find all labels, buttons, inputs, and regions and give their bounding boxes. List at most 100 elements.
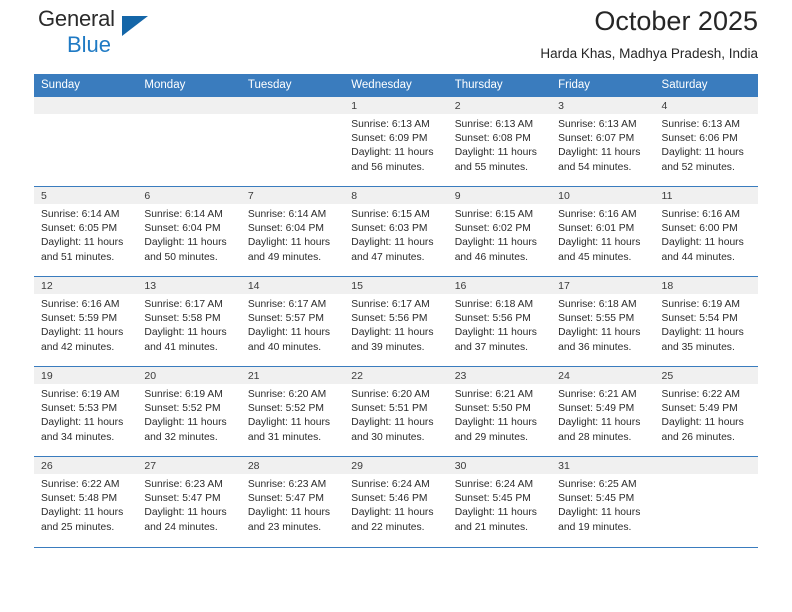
day-details: Sunrise: 6:17 AM Sunset: 5:58 PM Daylight:… xyxy=(137,294,240,355)
sunrise-time: Sunrise: 6:14 AM xyxy=(144,209,223,220)
day-cell-inner: 29 Sunrise: 6:24 AM Sunset: 5:46 PM Dayligh… xyxy=(344,457,448,547)
calendar-day-cell[interactable]: 7 Sunrise: 6:14 AM Sunset: 6:04 PM Daylight… xyxy=(240,186,345,277)
day-details: Sunrise: 6:13 AM Sunset: 6:06 PM Daylight:… xyxy=(655,114,758,175)
daylight-duration-line1: Daylight: 11 hours xyxy=(351,507,434,519)
calendar-day-cell[interactable]: 5 Sunrise: 6:14 AM Sunset: 6:05 PM Daylight… xyxy=(34,186,138,277)
daylight-duration-line2: and 46 minutes. xyxy=(454,251,528,263)
calendar-day-cell[interactable]: 16 Sunrise: 6:18 AM Sunset: 5:56 PM Dayligh… xyxy=(447,276,552,367)
sunrise-time: Sunrise: 6:20 AM xyxy=(247,389,327,400)
day-number: 11 xyxy=(654,187,758,204)
sunset-time: Sunset: 5:52 PM xyxy=(144,403,221,415)
day-number: 5 xyxy=(34,187,138,204)
day-number: 28 xyxy=(240,457,345,474)
day-number: 13 xyxy=(137,277,241,294)
day-number: 14 xyxy=(240,277,345,294)
sunrise-time: Sunrise: 6:24 AM xyxy=(351,479,430,490)
calendar-day-cell[interactable]: 17 Sunrise: 6:18 AM Sunset: 5:55 PM Dayligh… xyxy=(551,276,655,367)
calendar-day-cell[interactable]: 13 Sunrise: 6:17 AM Sunset: 5:58 PM Dayligh… xyxy=(137,276,241,367)
day-number: 2 xyxy=(447,97,552,114)
sunrise-time: Sunrise: 6:14 AM xyxy=(41,209,120,220)
calendar-cell-empty xyxy=(34,96,138,187)
daylight-duration-line1: Daylight: 11 hours xyxy=(247,417,331,429)
sunset-time: Sunset: 5:47 PM xyxy=(247,493,324,505)
calendar-week-row: 12 Sunrise: 6:16 AM Sunset: 5:59 PM Dayligh… xyxy=(34,276,758,367)
calendar-day-cell[interactable]: 18 Sunrise: 6:19 AM Sunset: 5:54 PM Dayligh… xyxy=(654,276,758,367)
day-cell-inner: 31 Sunrise: 6:25 AM Sunset: 5:45 PM Dayligh… xyxy=(551,457,655,547)
calendar-day-cell[interactable]: 19 Sunrise: 6:19 AM Sunset: 5:53 PM Dayligh… xyxy=(34,366,138,457)
day-cell-inner: 25 Sunrise: 6:22 AM Sunset: 5:49 PM Dayligh… xyxy=(654,367,758,456)
calendar-body: 1 Sunrise: 6:13 AM Sunset: 6:09 PM Daylight… xyxy=(34,96,758,547)
daylight-duration-line1: Daylight: 11 hours xyxy=(454,507,537,519)
day-number: 9 xyxy=(447,187,552,204)
sunset-time: Sunset: 6:01 PM xyxy=(558,223,635,235)
day-number: 3 xyxy=(551,97,655,114)
calendar-day-cell[interactable]: 2 Sunrise: 6:13 AM Sunset: 6:08 PM Daylight… xyxy=(447,96,552,187)
calendar-day-cell[interactable]: 15 Sunrise: 6:17 AM Sunset: 5:56 PM Dayligh… xyxy=(344,276,448,367)
sunset-time: Sunset: 6:02 PM xyxy=(454,223,531,235)
daylight-duration-line2: and 31 minutes. xyxy=(247,431,322,443)
day-cell-inner: 11 Sunrise: 6:16 AM Sunset: 6:00 PM Dayligh… xyxy=(654,187,758,276)
calendar-day-cell[interactable]: 12 Sunrise: 6:16 AM Sunset: 5:59 PM Dayligh… xyxy=(34,276,138,367)
daylight-duration-line2: and 23 minutes. xyxy=(247,521,322,533)
weekday-header-friday: Friday xyxy=(551,74,655,97)
sunrise-time: Sunrise: 6:19 AM xyxy=(661,299,740,310)
daylight-duration-line1: Daylight: 11 hours xyxy=(558,327,641,339)
day-cell-inner: 2 Sunrise: 6:13 AM Sunset: 6:08 PM Daylight… xyxy=(447,97,552,186)
day-number: 26 xyxy=(34,457,138,474)
sunset-time: Sunset: 6:06 PM xyxy=(661,133,738,145)
calendar-day-cell[interactable]: 25 Sunrise: 6:22 AM Sunset: 5:49 PM Dayligh… xyxy=(654,366,758,457)
day-cell-inner: 16 Sunrise: 6:18 AM Sunset: 5:56 PM Dayligh… xyxy=(447,277,552,366)
daylight-duration-line1: Daylight: 11 hours xyxy=(351,417,434,429)
calendar-day-cell[interactable]: 11 Sunrise: 6:16 AM Sunset: 6:00 PM Dayligh… xyxy=(654,186,758,277)
weekday-header-tuesday: Tuesday xyxy=(240,74,345,97)
calendar-day-cell[interactable]: 14 Sunrise: 6:17 AM Sunset: 5:57 PM Dayligh… xyxy=(240,276,345,367)
daylight-duration-line1: Daylight: 11 hours xyxy=(558,147,641,159)
daylight-duration-line1: Daylight: 11 hours xyxy=(351,237,434,249)
day-number: 15 xyxy=(344,277,448,294)
calendar-day-cell[interactable]: 3 Sunrise: 6:13 AM Sunset: 6:07 PM Daylight… xyxy=(551,96,655,187)
daylight-duration-line1: Daylight: 11 hours xyxy=(454,327,537,339)
daylight-duration-line2: and 28 minutes. xyxy=(558,431,632,443)
calendar-day-cell[interactable]: 30 Sunrise: 6:24 AM Sunset: 5:45 PM Dayligh… xyxy=(447,456,552,547)
sunrise-time: Sunrise: 6:18 AM xyxy=(454,299,534,310)
daylight-duration-line1: Daylight: 11 hours xyxy=(41,417,124,429)
calendar-day-cell[interactable]: 21 Sunrise: 6:20 AM Sunset: 5:52 PM Dayligh… xyxy=(240,366,345,457)
sunset-time: Sunset: 5:45 PM xyxy=(454,493,531,505)
page-header: General Blue October 2025 Harda Khas, Ma… xyxy=(34,0,758,74)
page-title: October 2025 xyxy=(594,6,758,36)
calendar-day-cell[interactable]: 9 Sunrise: 6:15 AM Sunset: 6:02 PM Daylight… xyxy=(447,186,552,277)
day-details: Sunrise: 6:16 AM Sunset: 6:00 PM Daylight:… xyxy=(655,204,758,265)
calendar-day-cell[interactable]: 4 Sunrise: 6:13 AM Sunset: 6:06 PM Daylight… xyxy=(654,96,758,187)
day-number: 23 xyxy=(447,367,552,384)
sunrise-time: Sunrise: 6:21 AM xyxy=(558,389,637,400)
logo-triangle-icon xyxy=(122,16,148,36)
calendar-day-cell[interactable]: 23 Sunrise: 6:21 AM Sunset: 5:50 PM Dayligh… xyxy=(447,366,552,457)
calendar-day-cell[interactable]: 29 Sunrise: 6:24 AM Sunset: 5:46 PM Dayligh… xyxy=(344,456,448,547)
day-cell-inner: 17 Sunrise: 6:18 AM Sunset: 5:55 PM Dayligh… xyxy=(551,277,655,366)
calendar-day-cell[interactable]: 10 Sunrise: 6:16 AM Sunset: 6:01 PM Dayligh… xyxy=(551,186,655,277)
sunset-time: Sunset: 6:07 PM xyxy=(558,133,635,145)
calendar-day-cell[interactable]: 31 Sunrise: 6:25 AM Sunset: 5:45 PM Dayligh… xyxy=(551,456,655,547)
day-number: 8 xyxy=(344,187,448,204)
sunrise-time: Sunrise: 6:22 AM xyxy=(661,389,740,400)
day-details: Sunrise: 6:21 AM Sunset: 5:50 PM Daylight:… xyxy=(448,384,551,445)
calendar-day-cell[interactable]: 24 Sunrise: 6:21 AM Sunset: 5:49 PM Dayligh… xyxy=(551,366,655,457)
calendar-day-cell[interactable]: 27 Sunrise: 6:23 AM Sunset: 5:47 PM Dayligh… xyxy=(137,456,241,547)
day-cell-inner: 3 Sunrise: 6:13 AM Sunset: 6:07 PM Daylight… xyxy=(551,97,655,186)
sunset-time: Sunset: 5:47 PM xyxy=(144,493,221,505)
sunrise-time: Sunrise: 6:25 AM xyxy=(558,479,637,490)
generalblue-logo[interactable]: General Blue xyxy=(38,8,218,64)
calendar-day-cell[interactable]: 6 Sunrise: 6:14 AM Sunset: 6:04 PM Daylight… xyxy=(137,186,241,277)
calendar-day-cell[interactable]: 22 Sunrise: 6:20 AM Sunset: 5:51 PM Dayligh… xyxy=(344,366,448,457)
weekday-header-sunday: Sunday xyxy=(34,74,138,97)
calendar-day-cell[interactable]: 1 Sunrise: 6:13 AM Sunset: 6:09 PM Daylight… xyxy=(344,96,448,187)
daylight-duration-line2: and 51 minutes. xyxy=(41,251,115,263)
calendar-day-cell[interactable]: 8 Sunrise: 6:15 AM Sunset: 6:03 PM Daylight… xyxy=(344,186,448,277)
calendar-day-cell[interactable]: 20 Sunrise: 6:19 AM Sunset: 5:52 PM Dayligh… xyxy=(137,366,241,457)
day-details: Sunrise: 6:19 AM Sunset: 5:54 PM Daylight:… xyxy=(655,294,758,355)
day-number: 6 xyxy=(137,187,241,204)
day-cell-inner xyxy=(654,457,758,547)
calendar-day-cell[interactable]: 28 Sunrise: 6:23 AM Sunset: 5:47 PM Dayligh… xyxy=(240,456,345,547)
calendar-day-cell[interactable]: 26 Sunrise: 6:22 AM Sunset: 5:48 PM Dayligh… xyxy=(34,456,138,547)
day-number: 10 xyxy=(551,187,655,204)
